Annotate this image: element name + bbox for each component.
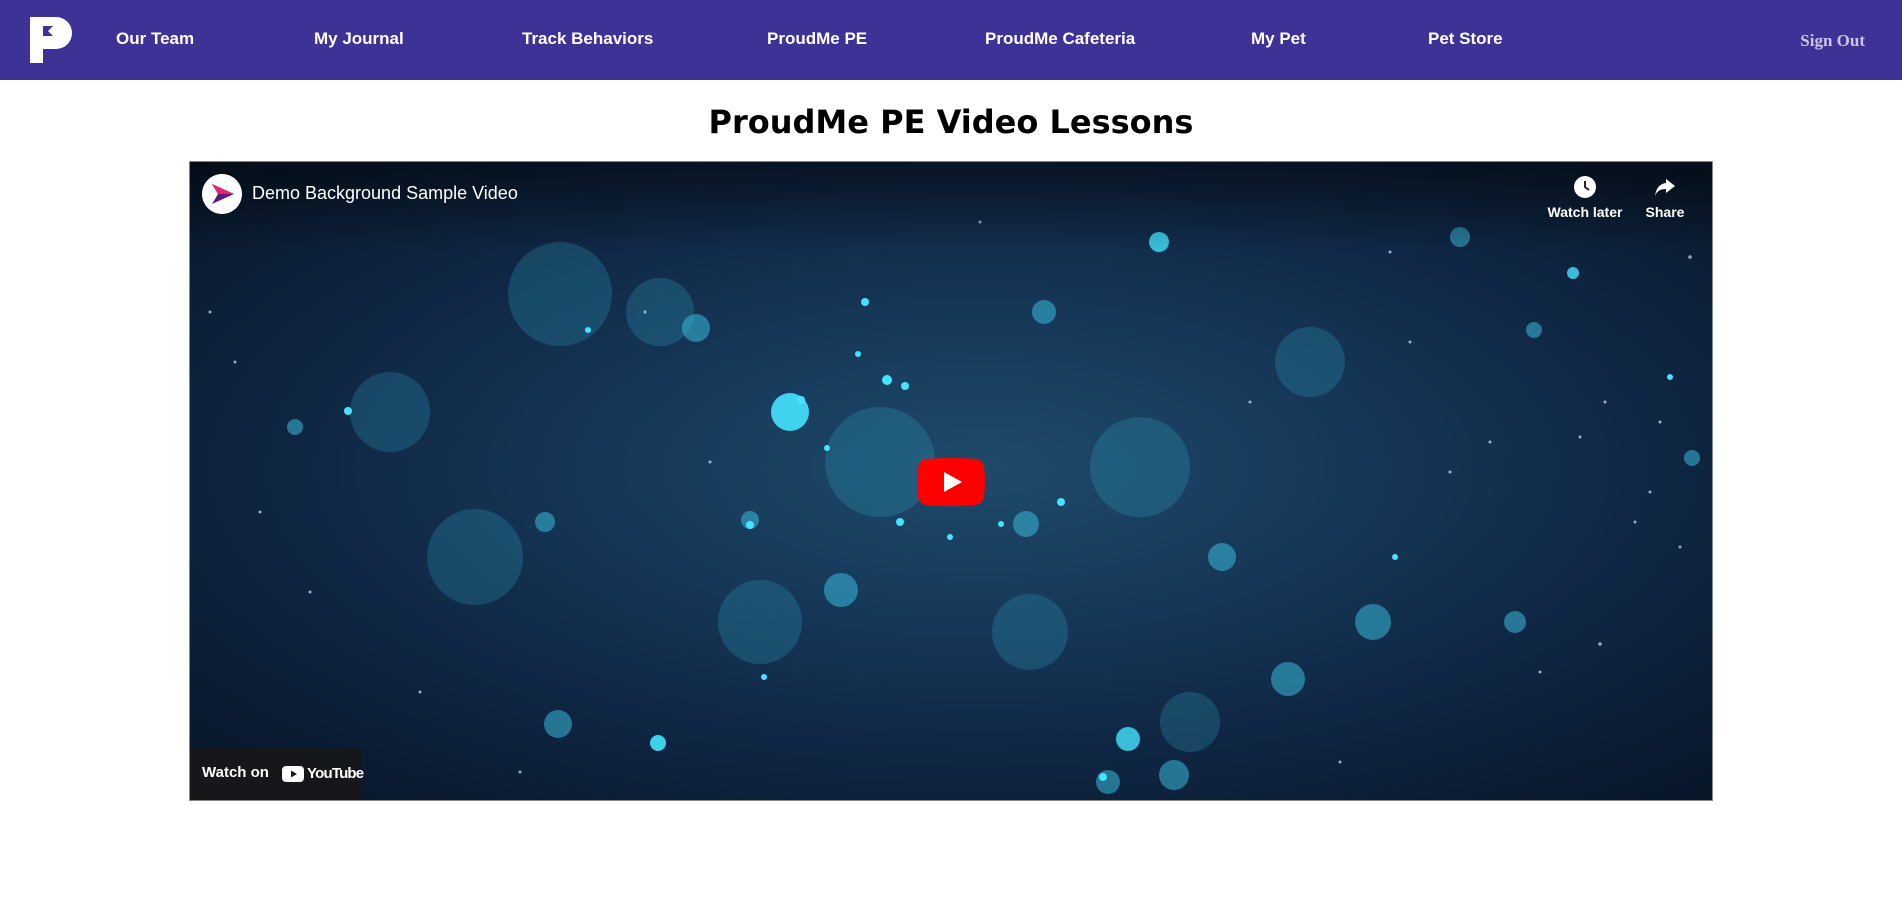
sign-out-button[interactable]: Sign Out — [1800, 31, 1865, 51]
youtube-logo: YouTube — [282, 764, 364, 784]
top-navbar: Our Team My Journal Track Behaviors Prou… — [0, 0, 1902, 80]
share-label: Share — [1645, 204, 1685, 220]
top-overlay — [190, 162, 1712, 252]
share-arrow-icon — [1655, 179, 1675, 196]
nav-track-behaviors[interactable]: Track Behaviors — [522, 29, 653, 49]
nav-my-pet[interactable]: My Pet — [1251, 29, 1306, 49]
watch-on-youtube-button[interactable]: Watch on YouTube — [190, 748, 364, 800]
youtube-play-icon — [282, 766, 304, 782]
youtube-wordmark: YouTube — [307, 765, 364, 782]
play-icon[interactable] — [917, 458, 985, 506]
nav-proudme-pe[interactable]: ProudMe PE — [767, 29, 867, 49]
proudme-logo-icon[interactable] — [30, 17, 72, 63]
channel-avatar-icon[interactable] — [202, 174, 242, 214]
share-button[interactable]: Share — [1625, 174, 1705, 220]
watch-later-button[interactable]: Watch later — [1545, 174, 1625, 220]
page-title: ProudMe PE Video Lessons — [708, 103, 1194, 141]
clock-icon — [1574, 176, 1596, 198]
watch-later-label: Watch later — [1547, 204, 1623, 220]
nav-my-journal[interactable]: My Journal — [314, 29, 404, 49]
video-title[interactable]: Demo Background Sample Video — [252, 183, 518, 204]
nav-our-team[interactable]: Our Team — [116, 29, 194, 49]
nav-proudme-cafeteria[interactable]: ProudMe Cafeteria — [985, 29, 1135, 49]
video-player[interactable]: Demo Background Sample Video Watch later… — [189, 161, 1713, 801]
watch-on-label: Watch on — [202, 764, 269, 781]
nav-pet-store[interactable]: Pet Store — [1428, 29, 1503, 49]
